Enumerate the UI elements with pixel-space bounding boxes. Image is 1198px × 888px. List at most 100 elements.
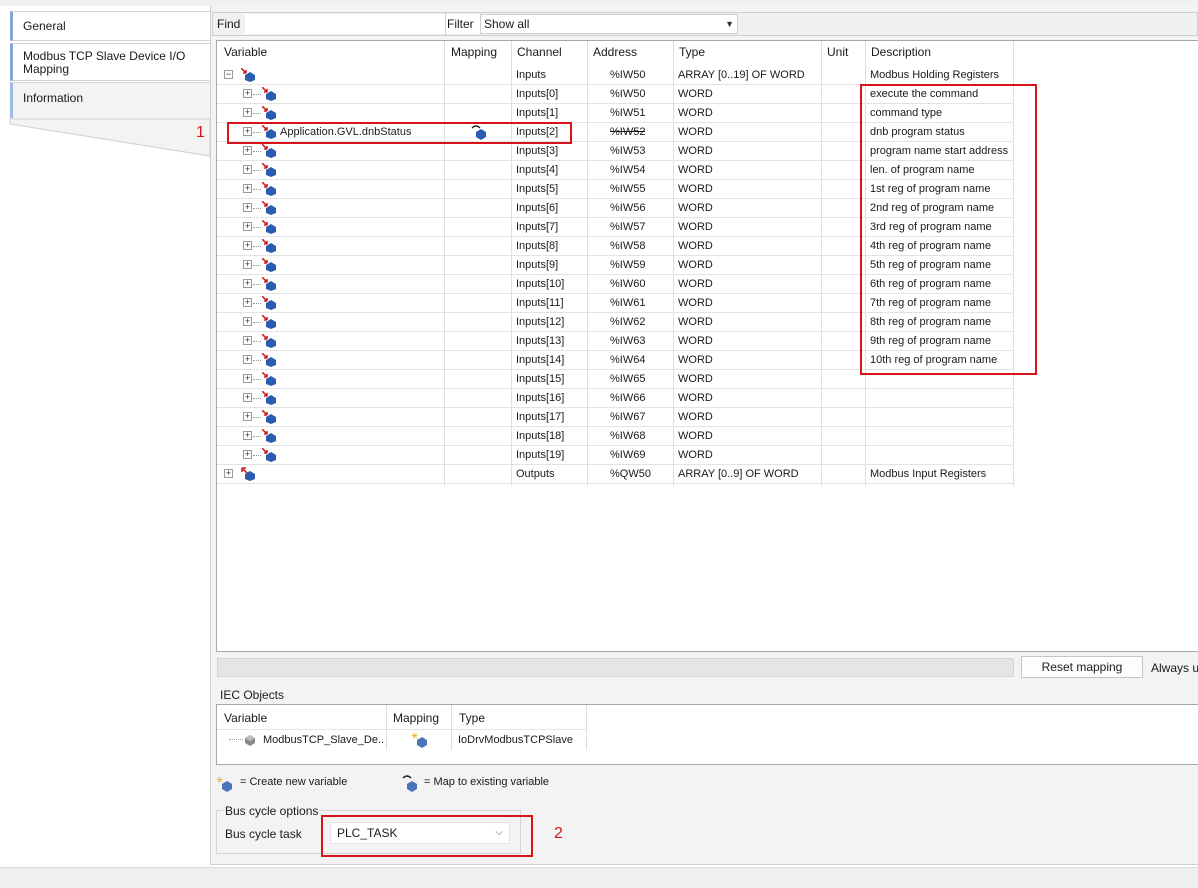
tree-line	[253, 246, 261, 247]
horizontal-scrollbar[interactable]	[217, 658, 1014, 677]
input-channel-icon	[262, 315, 276, 329]
table-row[interactable]: + Inputs[19] %IW69 WORD	[217, 446, 1014, 465]
header-description[interactable]: Description	[871, 45, 931, 59]
tab-io-mapping-label-line2: Mapping	[23, 62, 70, 76]
table-row[interactable]: + Inputs[17] %IW67 WORD	[217, 408, 1014, 427]
highlight-box-mapped-row	[227, 122, 572, 144]
input-channel-icon	[262, 220, 276, 234]
collapse-icon[interactable]: −	[224, 70, 233, 79]
reset-mapping-button[interactable]: Reset mapping	[1021, 656, 1143, 678]
expand-icon[interactable]: +	[243, 450, 252, 459]
tree-line	[253, 341, 261, 342]
header-address[interactable]: Address	[593, 45, 637, 59]
expand-icon[interactable]: +	[243, 298, 252, 307]
input-channel-icon	[262, 106, 276, 120]
expand-icon[interactable]: +	[243, 336, 252, 345]
cell-address: %IW62	[610, 316, 646, 328]
input-channel-icon	[262, 239, 276, 253]
cell-channel: Inputs[1]	[516, 107, 559, 119]
table-row[interactable]: + Inputs[18] %IW68 WORD	[217, 427, 1014, 446]
table-row[interactable]: − Inputs %IW50 ARRAY [0..19] OF WORD Modbus …	[217, 66, 1014, 85]
tab-io-mapping[interactable]: Modbus TCP Slave Device I/O Mapping	[10, 43, 212, 81]
header-channel[interactable]: Channel	[517, 45, 562, 59]
expand-icon[interactable]: +	[243, 412, 252, 421]
expand-icon[interactable]: +	[243, 165, 252, 174]
expand-icon[interactable]: +	[243, 279, 252, 288]
cell-type: WORD	[678, 430, 713, 442]
tree-line	[253, 455, 261, 456]
expand-icon[interactable]: +	[243, 317, 252, 326]
table-row[interactable]: + Outputs %QW50 ARRAY [0..9] OF WORD Modbus …	[217, 465, 1014, 484]
input-channel-icon	[262, 353, 276, 367]
tree-line	[253, 322, 261, 323]
cell-channel: Inputs[9]	[516, 259, 559, 271]
expand-icon[interactable]: +	[243, 146, 252, 155]
expand-icon[interactable]: +	[243, 393, 252, 402]
iec-header-mapping[interactable]: Mapping	[393, 711, 439, 725]
input-channel-icon	[262, 296, 276, 310]
expand-icon[interactable]: +	[243, 108, 252, 117]
cell-address: %IW58	[610, 240, 646, 252]
cell-type: WORD	[678, 183, 713, 195]
expand-icon[interactable]: +	[243, 355, 252, 364]
tab-general[interactable]: General	[10, 11, 212, 41]
iec-object-row[interactable]: ModbusTCP_Slave_De... ✳ IoDrvModbusTCPSl…	[217, 729, 587, 750]
cell-address: %IW54	[610, 164, 646, 176]
cell-channel: Inputs[15]	[516, 373, 565, 385]
dropdown-arrow-icon: ▼	[725, 19, 734, 29]
cell-type: WORD	[678, 335, 713, 347]
expand-icon[interactable]: +	[243, 374, 252, 383]
cell-channel: Inputs[19]	[516, 449, 565, 461]
input-channel-icon	[262, 410, 276, 424]
header-variable[interactable]: Variable	[224, 45, 267, 59]
highlight-box-bus-cycle-task	[321, 815, 533, 857]
highlight-box-descriptions	[860, 84, 1037, 375]
input-channel-icon	[262, 448, 276, 462]
cell-address: %IW65	[610, 373, 646, 385]
cell-channel: Inputs[18]	[516, 430, 565, 442]
cell-address: %IW60	[610, 278, 646, 290]
input-channel-icon	[262, 201, 276, 215]
header-unit[interactable]: Unit	[827, 45, 848, 59]
cell-channel: Inputs[11]	[516, 297, 564, 309]
iec-header-type[interactable]: Type	[459, 711, 485, 725]
cell-type: ARRAY [0..19] OF WORD	[678, 69, 805, 81]
find-filter-bar: Find Filter Show all ▼	[212, 12, 1198, 36]
expand-icon[interactable]: +	[243, 431, 252, 440]
cell-type: WORD	[678, 107, 713, 119]
cell-type: WORD	[678, 449, 713, 461]
header-type[interactable]: Type	[679, 45, 705, 59]
filter-selected-value: Show all	[484, 17, 530, 31]
tab-information[interactable]: Information	[10, 82, 212, 118]
table-row[interactable]: + Inputs[16] %IW66 WORD	[217, 389, 1014, 408]
cell-address: %IW64	[610, 354, 646, 366]
iec-objects-table: Variable Mapping Type ModbusTCP_Slave_De…	[216, 704, 1198, 765]
cell-address: %IW53	[610, 145, 646, 157]
cell-channel: Inputs[5]	[516, 183, 559, 195]
expand-icon[interactable]: +	[224, 469, 233, 478]
cell-channel: Inputs[6]	[516, 202, 559, 214]
expand-icon[interactable]: +	[243, 89, 252, 98]
cell-channel: Inputs[0]	[516, 88, 559, 100]
cell-channel: Inputs[14]	[516, 354, 565, 366]
input-channel-icon	[262, 182, 276, 196]
expand-icon[interactable]: +	[243, 241, 252, 250]
expand-icon[interactable]: +	[243, 222, 252, 231]
iec-header-variable[interactable]: Variable	[224, 711, 267, 725]
filter-select[interactable]: Show all ▼	[480, 14, 738, 34]
expand-icon[interactable]: +	[243, 184, 252, 193]
input-channel-icon	[241, 68, 255, 82]
find-label: Find	[217, 17, 241, 31]
input-channel-icon	[262, 277, 276, 291]
expand-icon[interactable]: +	[243, 260, 252, 269]
input-channel-icon	[262, 163, 276, 177]
always-update-label: Always up	[1151, 661, 1198, 675]
cell-type: WORD	[678, 88, 713, 100]
cell-type: WORD	[678, 278, 713, 290]
cell-description: Modbus Input Registers	[870, 468, 987, 480]
header-mapping[interactable]: Mapping	[451, 45, 497, 59]
expand-icon[interactable]: +	[243, 203, 252, 212]
cell-address: %IW56	[610, 202, 646, 214]
tree-line	[253, 189, 261, 190]
cell-type: WORD	[678, 202, 713, 214]
